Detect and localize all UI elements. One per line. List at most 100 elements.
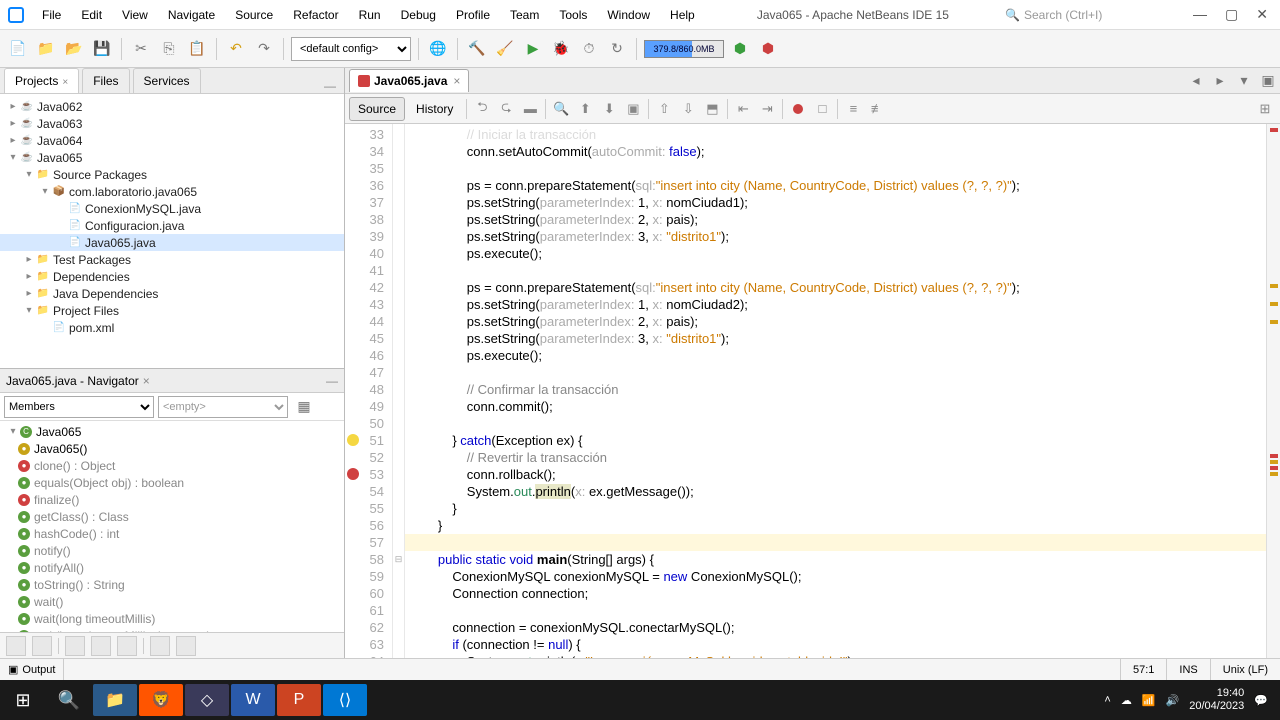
- nav-item[interactable]: ●toString() : String: [0, 576, 344, 593]
- tab-projects[interactable]: Projects×: [4, 68, 79, 93]
- memory-indicator[interactable]: 379.8/860.0MB: [644, 40, 724, 58]
- debug-button[interactable]: 🐞: [549, 37, 573, 61]
- nav-tb-2[interactable]: [32, 636, 52, 656]
- minimize-button[interactable]: —: [1193, 6, 1207, 23]
- menu-view[interactable]: View: [112, 2, 158, 28]
- nav-item[interactable]: ●finalize(): [0, 491, 344, 508]
- tree-item[interactable]: 📄Java065.java: [0, 234, 344, 251]
- globe-icon[interactable]: 🌐: [426, 37, 450, 61]
- history-mode-button[interactable]: History: [407, 97, 462, 121]
- etb-findprev-icon[interactable]: ⬆: [574, 98, 596, 120]
- menu-debug[interactable]: Debug: [391, 2, 446, 28]
- editor-tab[interactable]: Java065.java ×: [349, 69, 469, 92]
- nav-item[interactable]: ●hashCode() : int: [0, 525, 344, 542]
- menu-window[interactable]: Window: [597, 2, 660, 28]
- etb-next-bm-icon[interactable]: ⇩: [677, 98, 699, 120]
- etb-highlight-icon[interactable]: ▣: [622, 98, 644, 120]
- paste-button[interactable]: 📋: [185, 37, 209, 61]
- nav-close-icon[interactable]: ×: [143, 374, 150, 388]
- clean-build-button[interactable]: 🧹: [493, 37, 517, 61]
- nav-item[interactable]: ●wait(): [0, 593, 344, 610]
- tab-nav-left-icon[interactable]: ◂: [1184, 69, 1208, 93]
- etb-toggle-bm-icon[interactable]: ⬒: [701, 98, 723, 120]
- pause-icon[interactable]: ⬢: [728, 37, 752, 61]
- run-button[interactable]: ▶: [521, 37, 545, 61]
- tree-item[interactable]: ▸☕Java062: [0, 98, 344, 115]
- nav-tb-3[interactable]: [65, 636, 85, 656]
- etb-record-icon[interactable]: [787, 98, 809, 120]
- tree-item[interactable]: ▾☕Java065: [0, 149, 344, 166]
- config-select[interactable]: <default config>: [291, 37, 411, 61]
- tree-item[interactable]: ▸📁Dependencies: [0, 268, 344, 285]
- tree-item[interactable]: ▸📁Test Packages: [0, 251, 344, 268]
- menu-refactor[interactable]: Refactor: [283, 2, 348, 28]
- etb-back-icon[interactable]: ⮌: [471, 98, 493, 120]
- menu-file[interactable]: File: [32, 2, 71, 28]
- fold-column[interactable]: ⊟: [393, 124, 405, 658]
- etb-stop-icon[interactable]: □: [811, 98, 833, 120]
- etb-comment-icon[interactable]: ≡: [842, 98, 864, 120]
- save-all-button[interactable]: 💾: [90, 37, 114, 61]
- etb-find-icon[interactable]: 🔍: [550, 98, 572, 120]
- tab-nav-right-icon[interactable]: ▸: [1208, 69, 1232, 93]
- menu-navigate[interactable]: Navigate: [158, 2, 225, 28]
- menu-team[interactable]: Team: [500, 2, 549, 28]
- output-button[interactable]: ▣ Output: [0, 659, 64, 680]
- tray-volume-icon[interactable]: 🔊: [1166, 694, 1180, 707]
- menu-source[interactable]: Source: [225, 2, 283, 28]
- brave-app[interactable]: 🦁: [139, 684, 183, 716]
- build-button[interactable]: 🔨: [465, 37, 489, 61]
- nav-tb-1[interactable]: [6, 636, 26, 656]
- nav-tb-5[interactable]: [117, 636, 137, 656]
- notifications-icon[interactable]: 💬: [1254, 694, 1268, 707]
- taskbar[interactable]: ⊞ 🔍 📁 🦁 ◇ W P ⟨⟩ ˄ ☁ 📶 🔊 19:40 20/04/202…: [0, 680, 1280, 720]
- maximize-button[interactable]: ▢: [1225, 6, 1238, 23]
- stop-icon[interactable]: ⬢: [756, 37, 780, 61]
- code-lines[interactable]: // Iniciar la transacción conn.setAutoCo…: [405, 124, 1266, 658]
- nav-item[interactable]: ●wait(long timeoutMillis): [0, 610, 344, 627]
- powerpoint-app[interactable]: P: [277, 684, 321, 716]
- explorer-app[interactable]: 📁: [93, 684, 137, 716]
- start-button[interactable]: ⊞: [0, 680, 46, 720]
- undo-button[interactable]: ↶: [224, 37, 248, 61]
- tray-wifi-icon[interactable]: 📶: [1142, 694, 1156, 707]
- clock[interactable]: 19:40 20/04/2023: [1189, 687, 1244, 713]
- nav-item[interactable]: ●equals(Object obj) : boolean: [0, 474, 344, 491]
- menu-tools[interactable]: Tools: [549, 2, 597, 28]
- etb-split-icon[interactable]: ⊞: [1254, 98, 1276, 120]
- profile-button[interactable]: ⏱: [577, 37, 601, 61]
- etb-fwd-icon[interactable]: ⮎: [495, 98, 517, 120]
- panel-minimize-icon[interactable]: —: [316, 79, 344, 93]
- netbeans-app[interactable]: ◇: [185, 684, 229, 716]
- source-mode-button[interactable]: Source: [349, 97, 405, 121]
- menu-run[interactable]: Run: [349, 2, 391, 28]
- nav-tb-4[interactable]: [91, 636, 111, 656]
- etb-uncomment-icon[interactable]: ≢: [866, 98, 888, 120]
- tab-services[interactable]: Services: [133, 68, 201, 93]
- projects-tree[interactable]: ▸☕Java062▸☕Java063▸☕Java064▾☕Java065▾📁So…: [0, 94, 344, 368]
- tray-up-icon[interactable]: ˄: [1104, 694, 1110, 706]
- nav-item[interactable]: ●getClass() : Class: [0, 508, 344, 525]
- word-app[interactable]: W: [231, 684, 275, 716]
- tab-close-icon[interactable]: ×: [453, 74, 460, 88]
- menu-edit[interactable]: Edit: [71, 2, 112, 28]
- search-box[interactable]: 🔍 Search (Ctrl+I): [1001, 4, 1181, 26]
- tree-item[interactable]: ▸📁Java Dependencies: [0, 285, 344, 302]
- tree-item[interactable]: ▸☕Java063: [0, 115, 344, 132]
- etb-findnext-icon[interactable]: ⬇: [598, 98, 620, 120]
- new-project-button[interactable]: 📁: [34, 37, 58, 61]
- etb-shift-right-icon[interactable]: ⇥: [756, 98, 778, 120]
- cut-button[interactable]: ✂: [129, 37, 153, 61]
- vscode-app[interactable]: ⟨⟩: [323, 684, 367, 716]
- reload-button[interactable]: ↻: [605, 37, 629, 61]
- tree-item[interactable]: ▸☕Java064: [0, 132, 344, 149]
- nav-item[interactable]: ●notifyAll(): [0, 559, 344, 576]
- menu-profile[interactable]: Profile: [446, 2, 500, 28]
- error-strip[interactable]: [1266, 124, 1280, 658]
- close-button[interactable]: ✕: [1256, 6, 1268, 23]
- nav-item[interactable]: ●notify(): [0, 542, 344, 559]
- copy-button[interactable]: ⎘: [157, 37, 181, 61]
- members-select[interactable]: Members: [4, 396, 154, 418]
- open-button[interactable]: 📂: [62, 37, 86, 61]
- tree-item[interactable]: 📄ConexionMySQL.java: [0, 200, 344, 217]
